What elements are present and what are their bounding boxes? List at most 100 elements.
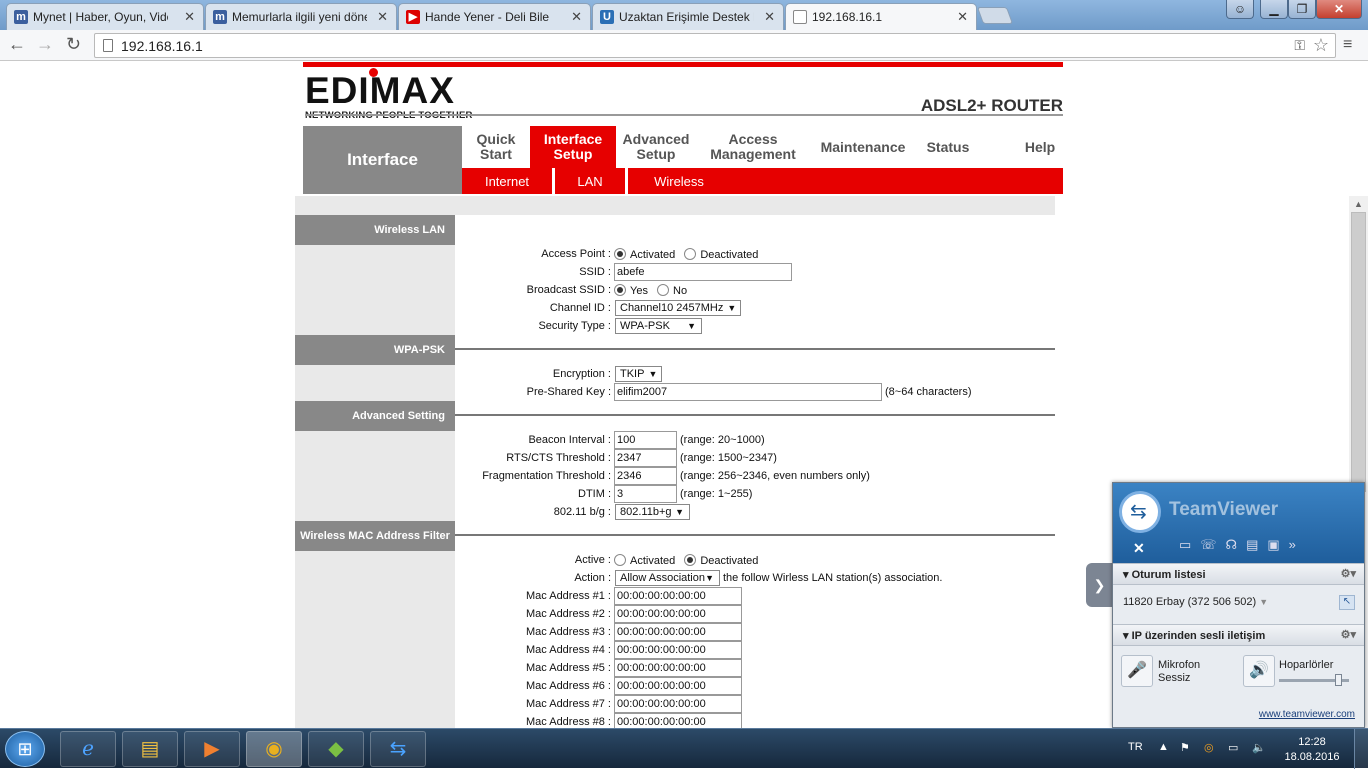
close-icon[interactable]: ✕ [764,9,775,25]
user-icon[interactable]: ☺ [1226,0,1254,19]
teamviewer-link[interactable]: www.teamviewer.com [1259,709,1355,720]
section-heading-advanced: Advanced Setting [295,401,455,431]
security-type-select[interactable]: WPA-PSK ▼ [615,318,702,334]
file-explorer-icon[interactable]: ▤ [122,731,178,767]
volume-slider-knob[interactable] [1335,674,1342,686]
yes-radio[interactable] [614,284,626,296]
psk-input[interactable]: elifim2007 [614,383,882,401]
gear-icon[interactable]: ⚙▾ [1341,567,1356,580]
tab-youtube[interactable]: ▶ Hande Yener - Deli Bile ✕ [398,3,591,30]
url-text[interactable]: 192.168.16.1 [121,38,203,54]
channel-select[interactable]: Channel10 2457MHz ▼ [615,300,742,316]
scroll-up-icon[interactable]: ▲ [1354,199,1363,209]
language-indicator[interactable]: TR [1128,741,1143,753]
speaker-icon[interactable]: 🔊 [1243,655,1275,687]
close-icon[interactable]: ✕ [571,9,582,25]
key-icon[interactable]: ⚿ [1294,37,1305,54]
new-tab-button[interactable] [976,7,1014,24]
reload-icon[interactable]: ↻ [66,34,81,55]
mac-address-input[interactable]: 00:00:00:00:00:00 [614,677,742,695]
close-icon[interactable]: ✕ [957,9,968,25]
voip-title: IP üzerinden sesli iletişim [1131,630,1266,642]
bookmark-star-icon[interactable]: ☆ [1313,35,1329,56]
mac-action-select[interactable]: Allow Association ▼ [615,570,720,586]
activated-radio[interactable] [614,248,626,260]
nav-quick-start[interactable]: Quick Start [462,126,530,168]
tab-router[interactable]: 192.168.16.1 ✕ [785,3,977,30]
frag-input[interactable]: 2346 [614,467,677,485]
tab-memurlar[interactable]: m Memurlarla ilgili yeni döne ✕ [205,3,397,30]
cursor-icon[interactable]: ↖ [1339,595,1355,610]
subnav-internet[interactable]: Internet [462,168,552,194]
no-radio[interactable] [657,284,670,296]
show-desktop-button[interactable] [1354,729,1368,769]
teamviewer-panel: TeamViewer ✕ ▭☏☊▤▣» ▾ Oturum listesi⚙▾ 1… [1112,482,1365,728]
ssid-input[interactable]: abefe [614,263,792,281]
media-player-icon[interactable]: ▶ [184,731,240,767]
nav-access-management[interactable]: Access Management [696,126,810,168]
session-entry[interactable]: 11820 Erbay (372 506 502) ▼ [1123,596,1268,608]
deactivated-radio[interactable] [684,554,697,566]
chrome-icon[interactable]: ◉ [246,731,302,767]
restore-button[interactable]: ❐ [1288,0,1316,19]
menu-icon[interactable]: ≡ [1343,36,1352,54]
rts-input[interactable]: 2347 [614,449,677,467]
voip-header[interactable]: ▾ IP üzerinden sesli iletişim ⚙▾ [1113,624,1364,646]
tab-mynet[interactable]: m Mynet | Haber, Oyun, Vide ✕ [6,3,204,30]
forward-icon[interactable]: → [36,34,54,55]
deactivated-radio[interactable] [684,248,697,260]
dropdown-arrow-icon: ▼ [705,573,714,583]
volume-icon[interactable]: 🔈 [1252,741,1266,754]
back-icon[interactable]: ← [8,34,26,55]
microphone-muted-icon[interactable]: 🎤 [1121,655,1153,687]
teamviewer-toolbar-icons[interactable]: ▭☏☊▤▣» [1179,537,1305,553]
bluestacks-icon[interactable]: ◆ [308,731,364,767]
dtim-input[interactable]: 3 [614,485,677,503]
section-heading-wpa-psk: WPA-PSK [295,335,455,365]
session-list-header[interactable]: ▾ Oturum listesi ⚙▾ [1113,563,1364,585]
action-center-icon[interactable]: ⚑ [1180,741,1190,754]
close-icon[interactable]: ✕ [1133,540,1145,557]
start-button[interactable]: ⊞ [5,731,45,767]
subnav-wireless[interactable]: Wireless [628,168,730,194]
nav-maintenance[interactable]: Maintenance [810,126,916,168]
app-tray-icon[interactable]: ◎ [1204,741,1214,754]
mac-address-input[interactable]: 00:00:00:00:00:00 [614,641,742,659]
minimize-button[interactable]: ▁ [1260,0,1288,19]
nav-interface-setup[interactable]: Interface Setup [530,126,616,168]
mac-address-input[interactable]: 00:00:00:00:00:00 [614,605,742,623]
address-bar[interactable]: 192.168.16.1 ⚿ ☆ [94,33,1336,58]
radio-label: Activated [630,555,676,567]
mode-select[interactable]: 802.11b+g ▼ [615,504,690,520]
clock[interactable]: 12:28 18.08.2016 [1282,735,1342,765]
show-hidden-icons-icon[interactable]: ▲ [1158,741,1169,753]
mac-address-input[interactable]: 00:00:00:00:00:00 [614,587,742,605]
mac-address-input[interactable]: 00:00:00:00:00:00 [614,695,742,713]
close-icon[interactable]: ✕ [184,9,195,25]
nav-advanced-setup[interactable]: Advanced Setup [616,126,696,168]
subnav-lan[interactable]: LAN [555,168,625,194]
beacon-hint: (range: 20~1000) [680,434,765,446]
teamviewer-icon[interactable]: ⇆ [370,731,426,767]
mac-address-input[interactable]: 00:00:00:00:00:00 [614,713,742,728]
site-icon: U [600,10,614,24]
section-divider [455,348,1055,350]
nav-status[interactable]: Status [916,126,980,168]
scrollbar-thumb[interactable] [1351,212,1366,492]
gear-icon[interactable]: ⚙▾ [1341,628,1356,641]
internet-explorer-icon[interactable]: ℯ [60,731,116,767]
close-icon[interactable]: ✕ [377,9,388,25]
encryption-select[interactable]: TKIP ▼ [615,366,663,382]
psk-label: Pre-Shared Key : [526,386,611,398]
mac-address-input[interactable]: 00:00:00:00:00:00 [614,623,742,641]
nav-help[interactable]: Help [1007,126,1073,168]
activated-radio[interactable] [614,554,626,566]
window-close-button[interactable]: ✕ [1316,0,1362,19]
tab-label: Mynet | Haber, Oyun, Vide [33,10,168,24]
mac-address-input[interactable]: 00:00:00:00:00:00 [614,659,742,677]
tab-uzaktan[interactable]: U Uzaktan Erişimle Destek H ✕ [592,3,784,30]
teamviewer-collapse-tab[interactable]: ❯ [1086,563,1113,607]
beacon-input[interactable]: 100 [614,431,677,449]
microphone-status: Mikrofon Sessiz [1158,659,1200,685]
network-icon[interactable]: ▭ [1228,741,1238,754]
